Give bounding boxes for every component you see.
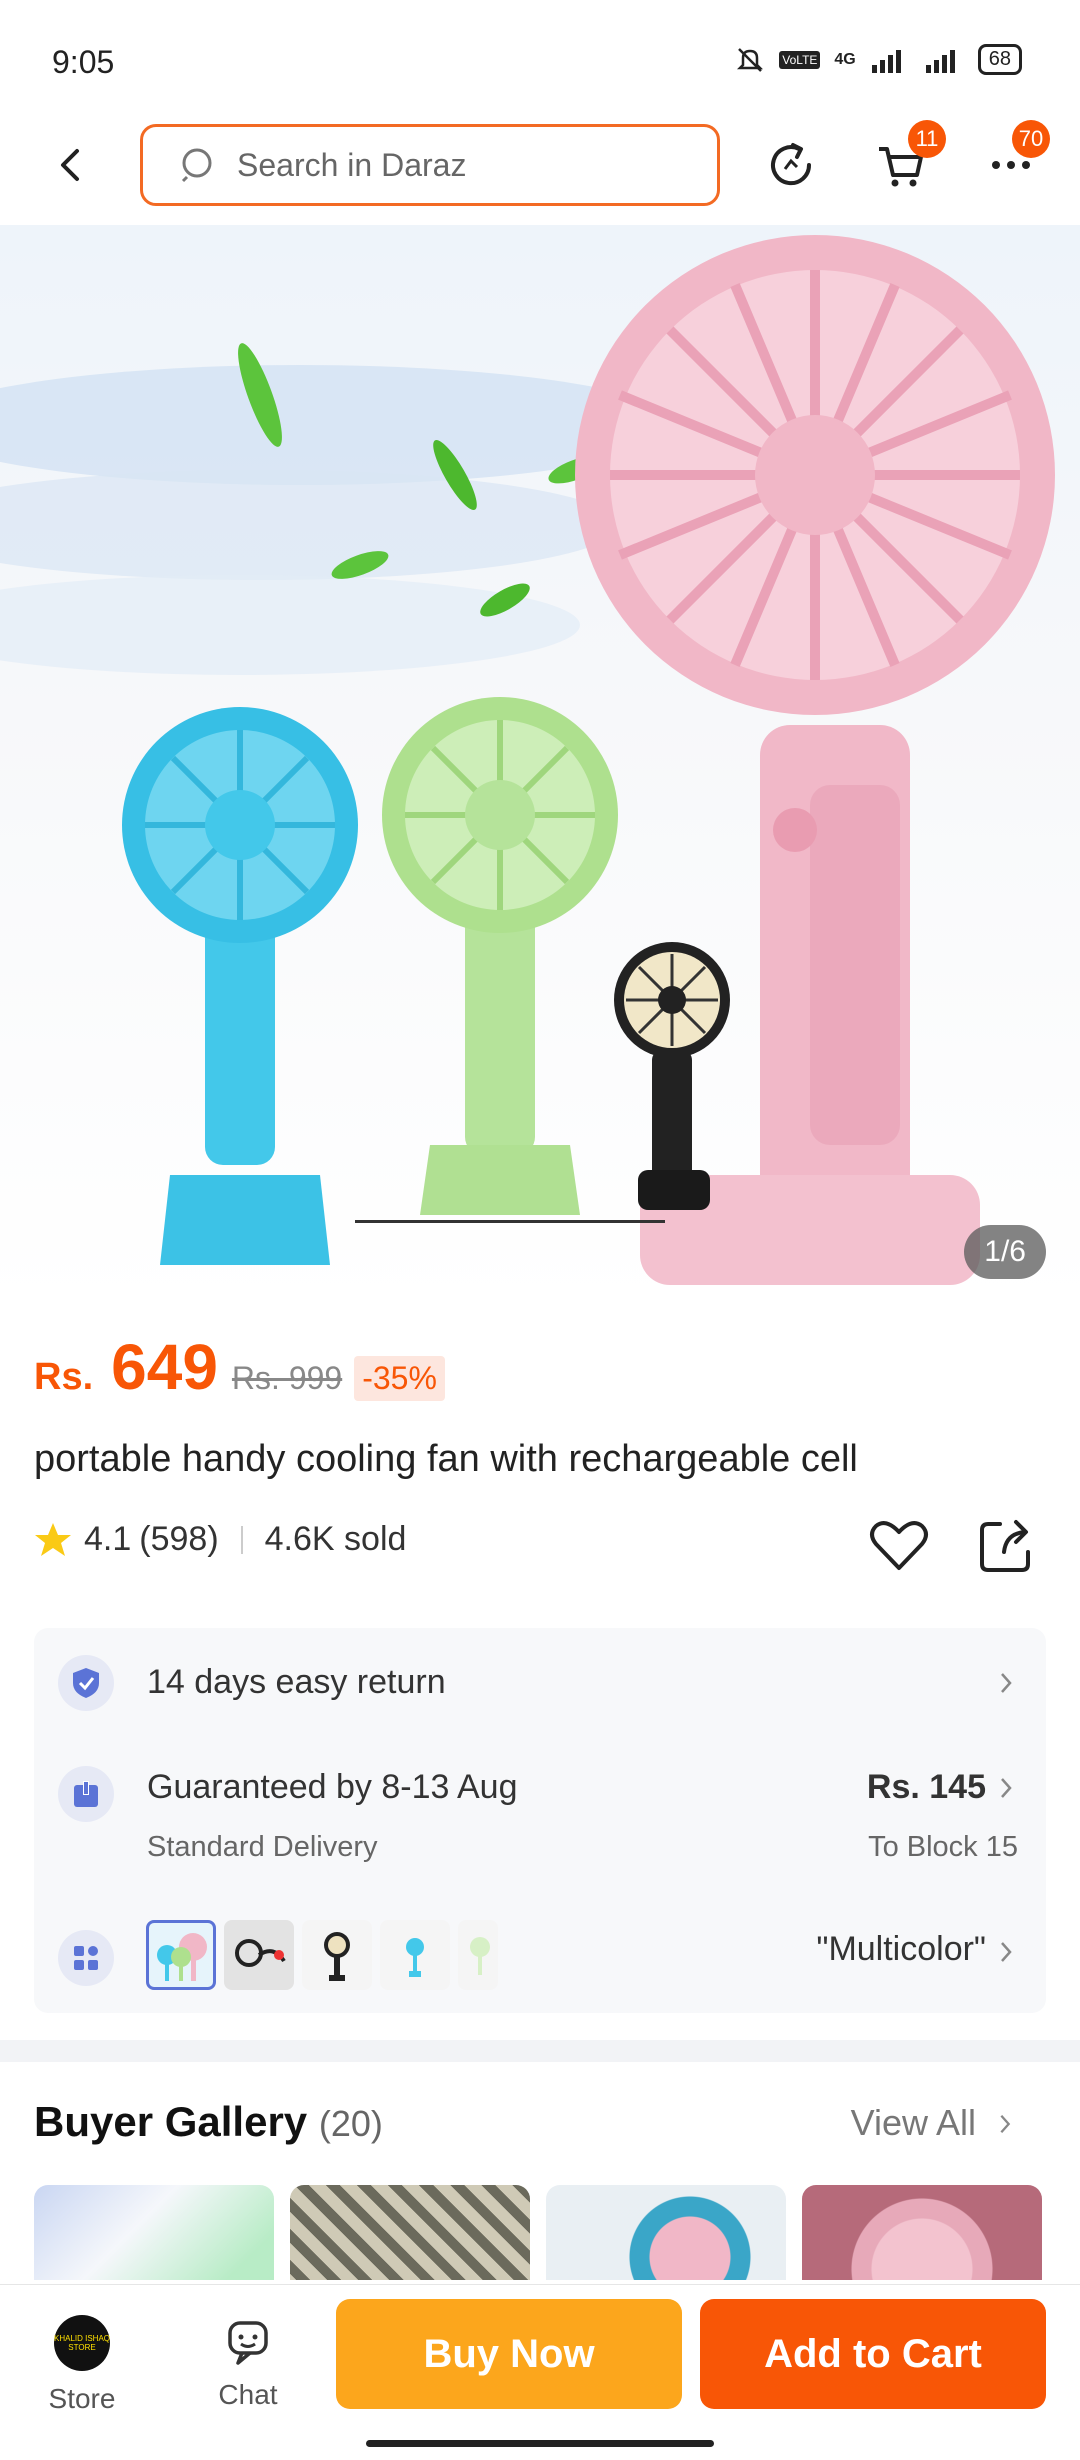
return-policy-row[interactable]: 14 days easy return xyxy=(34,1628,1046,1738)
product-title: portable handy cooling fan with recharge… xyxy=(34,1438,858,1480)
service-card: 14 days easy return Guaranteed by 8-13 A… xyxy=(34,1628,1046,2013)
rating-row[interactable]: 4.1 (598) 4.6K sold xyxy=(34,1520,406,1559)
gallery-image[interactable] xyxy=(290,2185,530,2280)
mute-icon xyxy=(737,47,764,72)
section-divider xyxy=(0,2040,1080,2062)
more-badge: 70 xyxy=(1012,120,1050,158)
gallery-strip xyxy=(34,2185,1080,2280)
package-icon xyxy=(58,1766,114,1822)
green-fan-graphic xyxy=(382,697,618,1215)
shield-check-icon xyxy=(58,1655,114,1711)
add-to-cart-button[interactable]: Add to Cart xyxy=(700,2299,1046,2409)
view-all-link[interactable]: View All xyxy=(851,2102,1016,2144)
bottom-action-bar: KHALID ISHAQ STORE Store Chat Buy Now Ad… xyxy=(0,2284,1080,2460)
variant-swatches xyxy=(146,1920,498,1990)
chevron-right-icon xyxy=(1000,2114,1011,2134)
surface-line xyxy=(355,1220,665,1223)
star-icon xyxy=(35,1522,71,1556)
review-count: (598) xyxy=(139,1520,219,1558)
gallery-count: (20) xyxy=(318,2103,383,2144)
wishlist-button[interactable] xyxy=(866,1512,932,1578)
gallery-title-text: Buyer Gallery xyxy=(34,2098,308,2145)
heart-icon xyxy=(870,1521,928,1570)
share-button[interactable] xyxy=(974,1512,1040,1578)
delivery-row[interactable]: Guaranteed by 8-13 Aug Standard Delivery… xyxy=(34,1748,1046,1898)
chat-label: Chat xyxy=(218,2379,278,2410)
more-button[interactable]: 70 xyxy=(978,120,1050,198)
image-counter: 1/6 xyxy=(964,1225,1046,1279)
cart-badge: 11 xyxy=(908,120,946,158)
buy-now-button[interactable]: Buy Now xyxy=(336,2299,682,2409)
currency: Rs. xyxy=(34,1356,94,1398)
delivery-type: Standard Delivery xyxy=(147,1831,378,1863)
price-row: Rs. 649 Rs. 999 -35% xyxy=(34,1330,445,1404)
back-arrow-icon xyxy=(61,149,79,181)
variant-swatch[interactable] xyxy=(458,1920,498,1990)
signal-icon-2 xyxy=(925,49,955,73)
rating-value: 4.1 xyxy=(84,1520,132,1558)
home-indicator[interactable] xyxy=(366,2440,714,2447)
gallery-image[interactable] xyxy=(802,2185,1042,2280)
store-logo-text: KHALID ISHAQ STORE xyxy=(54,2334,111,2352)
view-all-label: View All xyxy=(850,2102,976,2143)
chat-icon xyxy=(228,2321,268,2365)
refresh-button[interactable] xyxy=(758,132,824,198)
gallery-image[interactable] xyxy=(34,2185,274,2280)
variant-value: "Multicolor" xyxy=(816,1930,986,1968)
top-nav: Search in Daraz 11 70 xyxy=(0,110,1080,225)
status-time: 9:05 xyxy=(52,44,115,80)
variant-swatch[interactable] xyxy=(224,1920,294,1990)
variant-swatch[interactable] xyxy=(380,1920,450,1990)
battery-icon: 68 xyxy=(977,44,1022,75)
share-icon xyxy=(980,1520,1030,1572)
store-button[interactable]: KHALID ISHAQ STORE Store xyxy=(30,2315,134,2425)
chevron-right-icon xyxy=(1001,1778,1012,1798)
status-icons: VoLTE 4G 68 xyxy=(735,44,1022,75)
discount-badge: -35% xyxy=(354,1356,445,1401)
chat-button[interactable]: Chat xyxy=(196,2315,300,2425)
variant-swatch[interactable] xyxy=(146,1920,216,1990)
search-placeholder: Search in Daraz xyxy=(237,146,467,183)
original-price: Rs. 999 xyxy=(231,1360,343,1396)
delivery-location: To Block 15 xyxy=(868,1831,1018,1863)
chevron-right-icon xyxy=(1001,1673,1012,1693)
delivery-price: Rs. 145 xyxy=(866,1768,986,1806)
gallery-title: Buyer Gallery (20) xyxy=(34,2098,383,2146)
delivery-date: Guaranteed by 8-13 Aug xyxy=(147,1768,518,1806)
search-input[interactable]: Search in Daraz xyxy=(140,124,720,206)
product-image[interactable]: 1/6 xyxy=(0,225,1080,1305)
volte-icon: VoLTE xyxy=(779,50,821,69)
blue-fan-graphic xyxy=(122,707,358,1265)
divider xyxy=(240,1525,243,1554)
network-label: 4G xyxy=(834,50,856,68)
search-icon xyxy=(181,148,212,183)
variant-swatch[interactable] xyxy=(302,1920,372,1990)
signal-icon xyxy=(871,49,901,73)
status-bar: 9:05 VoLTE 4G 68 xyxy=(0,0,1080,110)
return-policy-text: 14 days easy return xyxy=(147,1663,446,1701)
store-icon: KHALID ISHAQ STORE xyxy=(54,2315,110,2371)
more-icon xyxy=(992,161,1030,169)
cart-button[interactable]: 11 xyxy=(868,120,946,198)
store-label: Store xyxy=(48,2383,116,2414)
refresh-icon xyxy=(771,143,812,186)
black-fan-graphic xyxy=(614,942,730,1210)
sold-count: 4.6K sold xyxy=(264,1520,407,1558)
back-button[interactable] xyxy=(50,140,90,190)
chevron-right-icon xyxy=(1001,1942,1012,1962)
grid-icon xyxy=(58,1930,114,1986)
price: 649 xyxy=(111,1331,218,1403)
gallery-image[interactable] xyxy=(546,2185,786,2280)
